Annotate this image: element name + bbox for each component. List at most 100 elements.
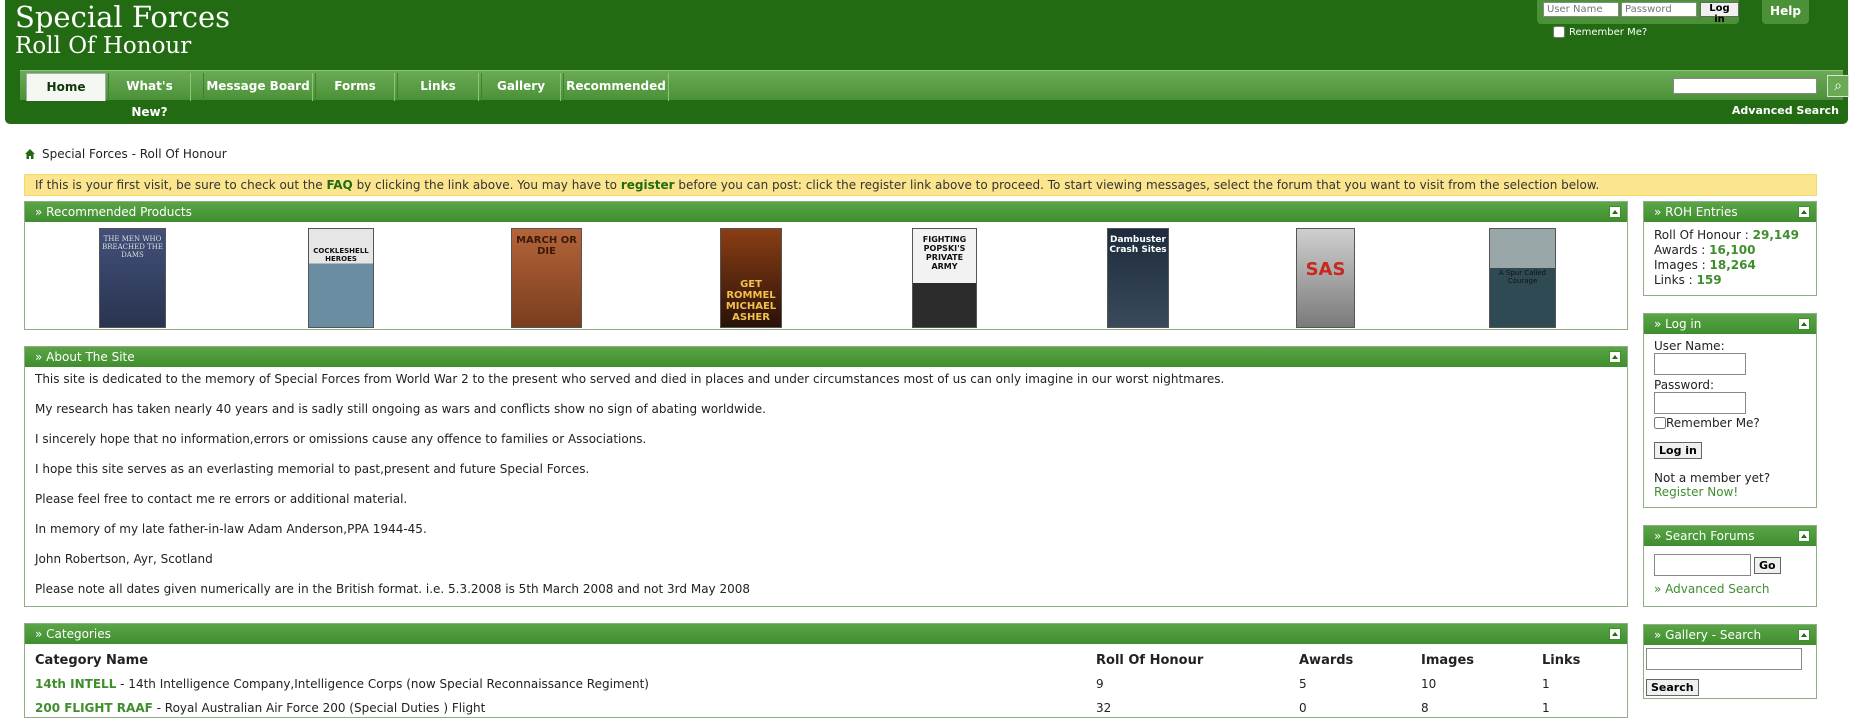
login-button[interactable]: Log in	[1654, 442, 1702, 459]
about-block: » About The Site This site is dedicated …	[24, 346, 1628, 607]
collapse-icon[interactable]	[1798, 206, 1810, 218]
header-password-input[interactable]	[1621, 2, 1697, 17]
book-cover[interactable]: THE MEN WHO BREACHED THE DAMS	[99, 228, 166, 328]
book-cover[interactable]: MARCH OR DIE	[511, 228, 582, 328]
username-label: User Name:	[1654, 339, 1725, 353]
remember-row: Remember Me?	[1654, 416, 1816, 430]
breadcrumb-label[interactable]: Special Forces - Roll Of Honour	[42, 147, 227, 161]
site-subtitle[interactable]: Roll Of Honour	[15, 33, 191, 59]
block-header: » Search Forums	[1644, 526, 1816, 546]
category-desc: - 14th Intelligence Company,Intelligence…	[116, 677, 649, 691]
password-input[interactable]	[1654, 392, 1746, 414]
cell-roh: 32	[1096, 701, 1112, 715]
tab-recommended[interactable]: Recommended	[563, 73, 669, 101]
register-now-link[interactable]: Register Now!	[1654, 485, 1816, 499]
book-cover[interactable]: Dambuster Crash Sites	[1107, 228, 1169, 328]
stat-row: Awards : 16,100	[1654, 243, 1816, 258]
book-cover[interactable]: COCKLESHELL HEROES	[308, 228, 374, 328]
forum-advanced-search-link[interactable]: » Advanced Search	[1654, 582, 1816, 596]
collapse-icon[interactable]	[1609, 351, 1621, 363]
category-link[interactable]: 14th INTELL	[35, 677, 116, 691]
forum-search-go-button[interactable]: Go	[1754, 556, 1781, 574]
stat-label: Images :	[1654, 258, 1710, 272]
stat-value: 18,264	[1709, 258, 1756, 272]
collapse-icon[interactable]	[1798, 530, 1810, 542]
book-cover[interactable]: A Spur Called Courage	[1489, 228, 1556, 328]
block-header: » Gallery - Search	[1644, 625, 1816, 645]
help-button[interactable]: Help	[1762, 0, 1809, 24]
stat-value: 16,100	[1709, 243, 1756, 257]
cell-awards: 0	[1299, 701, 1307, 715]
header-remember-row: Remember Me?	[1553, 26, 1647, 38]
header-remember-checkbox[interactable]	[1553, 26, 1565, 38]
tab-message-board[interactable]: Message Board	[203, 73, 313, 101]
remember-label: Remember Me?	[1666, 416, 1760, 430]
block-header: » Log in	[1644, 314, 1816, 334]
tab-home[interactable]: Home	[26, 73, 106, 101]
about-paragraph: Please feel free to contact me re errors…	[35, 492, 408, 506]
book-cover[interactable]: SAS	[1296, 228, 1355, 328]
search-icon[interactable]: ⌕	[1827, 75, 1849, 97]
about-paragraph: My research has taken nearly 40 years an…	[35, 402, 766, 416]
collapse-icon[interactable]	[1609, 206, 1621, 218]
stat-row: Roll Of Honour : 29,149	[1654, 228, 1816, 243]
remember-checkbox[interactable]	[1654, 417, 1666, 429]
table-row: 14th INTELL - 14th Intelligence Company,…	[35, 677, 649, 691]
gallery-search-input[interactable]	[1646, 648, 1802, 670]
book-title: GET ROMMEL MICHAEL ASHER	[725, 279, 777, 323]
faq-link[interactable]: FAQ	[326, 178, 352, 192]
tab-links[interactable]: Links	[397, 73, 479, 101]
collapse-icon[interactable]	[1798, 318, 1810, 330]
book-cover[interactable]: GET ROMMEL MICHAEL ASHER	[720, 228, 782, 328]
tab-forms[interactable]: Forms	[315, 73, 395, 101]
tab-whats-new[interactable]: What's New?	[108, 73, 191, 119]
column-header-links: Links	[1542, 653, 1581, 668]
about-paragraph: John Robertson, Ayr, Scotland	[35, 552, 213, 566]
book-title: SAS	[1305, 259, 1346, 280]
book-title: MARCH OR DIE	[516, 235, 577, 257]
notice-text-2: by clicking the link above. You may have…	[352, 178, 621, 192]
category-link[interactable]: 200 FLIGHT RAAF	[35, 701, 153, 715]
notice-text-3: before you can post: click the register …	[674, 178, 1600, 192]
book-title: COCKLESHELL HEROES	[313, 247, 369, 263]
block-title: » Log in	[1654, 317, 1702, 331]
collapse-icon[interactable]	[1609, 628, 1621, 640]
register-link[interactable]: register	[621, 178, 675, 192]
book-cover[interactable]: FIGHTING POPSKI'S PRIVATE ARMY	[912, 228, 977, 328]
stat-value: 159	[1696, 273, 1722, 287]
block-title: » ROH Entries	[1654, 205, 1738, 219]
block-header: » Recommended Products	[25, 202, 1627, 222]
header-username-input[interactable]	[1543, 2, 1619, 17]
block-title: » Gallery - Search	[1654, 628, 1762, 642]
login-block: » Log in User Name: Password: Remember M…	[1643, 313, 1817, 508]
categories-block: » Categories Category Name Roll Of Honou…	[24, 623, 1628, 718]
cell-links: 1	[1542, 701, 1550, 715]
gallery-search-block: » Gallery - Search Search	[1643, 624, 1817, 699]
advanced-search-link[interactable]: Advanced Search	[1732, 104, 1839, 117]
column-header-category: Category Name	[35, 653, 149, 668]
stat-row: Links : 159	[1654, 273, 1816, 288]
site-title[interactable]: Special Forces	[15, 0, 230, 34]
header-remember-label: Remember Me?	[1569, 26, 1648, 38]
block-header: » Categories	[25, 624, 1627, 644]
stat-row: Images : 18,264	[1654, 258, 1816, 273]
stat-label: Links :	[1654, 273, 1697, 287]
book-title: Dambuster Crash Sites	[1109, 235, 1167, 255]
tab-gallery[interactable]: Gallery	[481, 73, 561, 101]
username-input[interactable]	[1654, 353, 1746, 375]
stat-label: Roll Of Honour :	[1654, 228, 1753, 242]
gallery-search-button[interactable]: Search	[1646, 679, 1699, 696]
about-paragraph: I hope this site serves as an everlastin…	[35, 462, 590, 476]
stat-value: 29,149	[1752, 228, 1799, 242]
cell-images: 8	[1421, 701, 1429, 715]
header-login-button[interactable]: Log in	[1700, 2, 1739, 25]
forum-search-input[interactable]	[1654, 554, 1751, 576]
not-member-text: Not a member yet?	[1654, 471, 1771, 485]
first-visit-notice: If this is your first visit, be sure to …	[24, 174, 1817, 196]
notice-text-1: If this is your first visit, be sure to …	[35, 178, 327, 192]
home-icon[interactable]	[24, 148, 36, 160]
collapse-icon[interactable]	[1798, 629, 1810, 641]
recommended-products-block: » Recommended Products THE MEN WHO BREAC…	[24, 201, 1628, 330]
nav-search-input[interactable]	[1673, 78, 1817, 94]
block-header: » About The Site	[25, 347, 1627, 367]
